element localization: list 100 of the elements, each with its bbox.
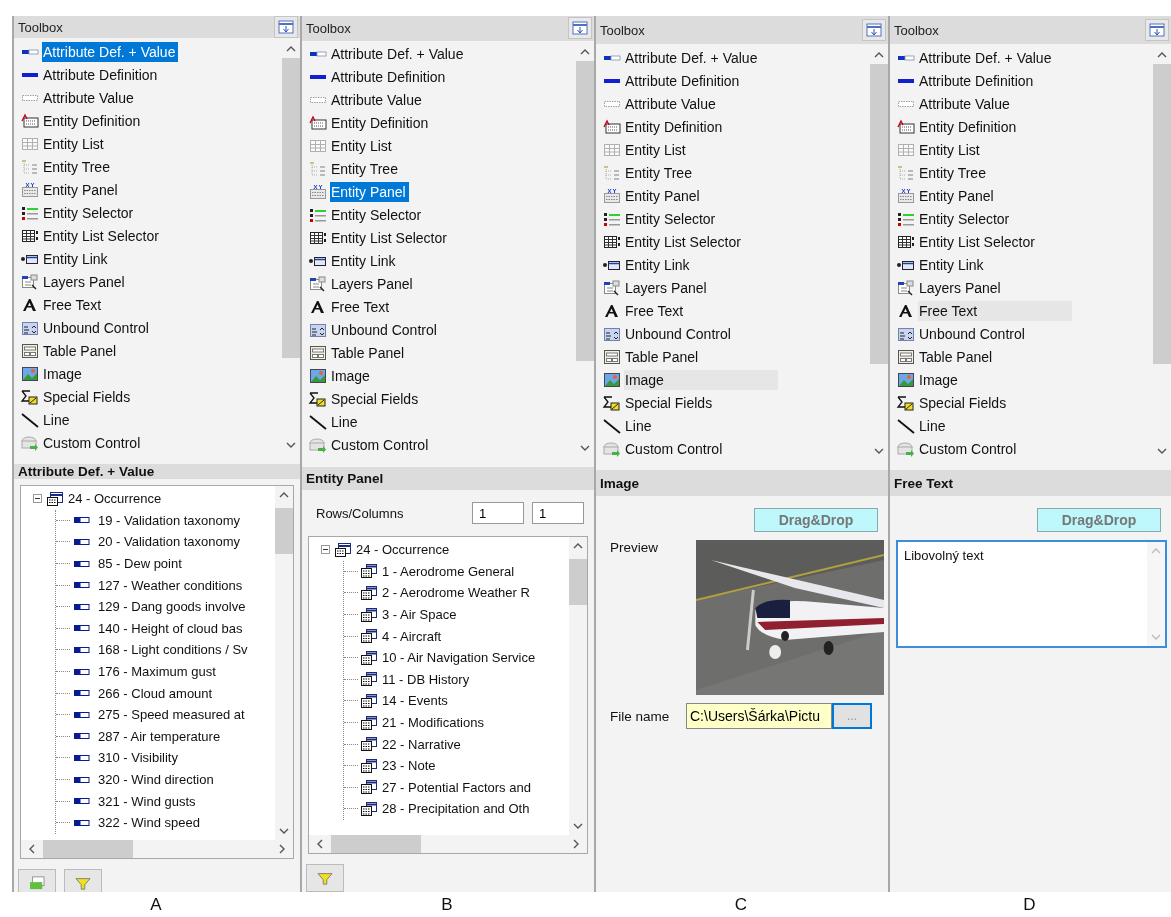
- scroll-thumb[interactable]: [43, 840, 133, 858]
- tree-item[interactable]: 19 - Validation taxonomy: [98, 512, 241, 528]
- scroll-down-icon[interactable]: [580, 444, 590, 451]
- tree-item[interactable]: 275 - Speed measured at: [98, 707, 245, 723]
- tree-item[interactable]: 24 - Occurrence: [356, 542, 450, 558]
- toolbox-item[interactable]: Unbound Control: [330, 320, 440, 341]
- collapse-icon[interactable]: [321, 545, 330, 555]
- scroll-up-icon[interactable]: [580, 48, 590, 55]
- toolbox-item[interactable]: Attribute Def. + Value: [624, 47, 761, 68]
- toolbox-item[interactable]: Line: [330, 412, 361, 433]
- toolbox-item[interactable]: Entity Selector: [42, 202, 137, 223]
- scroll-down-icon[interactable]: [573, 823, 583, 829]
- tree-item[interactable]: 176 - Maximum gust: [98, 664, 216, 680]
- toolbox-item[interactable]: Entity Link: [624, 254, 693, 275]
- scroll-thumb[interactable]: [870, 64, 888, 364]
- toolbox-item[interactable]: Entity Link: [918, 254, 987, 275]
- tree-item[interactable]: 10 - Air Navigation Service: [382, 650, 536, 666]
- toolbox-item[interactable]: Unbound Control: [918, 323, 1028, 344]
- toolbox-item[interactable]: Attribute Def. + Value: [330, 44, 467, 65]
- tree-item[interactable]: 2 - Aerodrome Weather R: [382, 585, 530, 601]
- toolbox-item[interactable]: Attribute Value: [624, 93, 719, 114]
- scroll-thumb[interactable]: [282, 58, 300, 358]
- toolbox-item[interactable]: Attribute Definition: [918, 70, 1037, 91]
- scroll-up-icon[interactable]: [874, 52, 884, 58]
- toolbox-item[interactable]: Special Fields: [330, 389, 422, 410]
- toolbox-item[interactable]: Entity Selector: [918, 208, 1013, 229]
- scrollbar[interactable]: [309, 835, 587, 853]
- toolbox-item[interactable]: Entity List Selector: [918, 231, 1038, 252]
- toolbox-item[interactable]: Image: [624, 369, 778, 390]
- toolbox-item[interactable]: Entity Link: [42, 248, 111, 269]
- toolbox-item[interactable]: Layers Panel: [330, 274, 416, 295]
- tree-item[interactable]: 21 - Modifications: [382, 715, 484, 731]
- tree-item[interactable]: 320 - Wind direction: [98, 772, 214, 787]
- toolbox-item[interactable]: Attribute Def. + Value: [42, 41, 179, 62]
- toolbox-item[interactable]: Entity List: [42, 133, 107, 154]
- scroll-left-icon[interactable]: [29, 844, 35, 854]
- toolbox-item[interactable]: Layers Panel: [42, 271, 128, 292]
- tree-item[interactable]: 22 - Narrative: [382, 736, 461, 752]
- toolbox-item[interactable]: Attribute Def. + Value: [918, 47, 1055, 68]
- toolbox-item[interactable]: Entity List: [330, 136, 395, 157]
- tree-item[interactable]: 127 - Weather conditions: [98, 577, 243, 593]
- filter-button[interactable]: [64, 869, 102, 892]
- scroll-right-icon[interactable]: [279, 844, 285, 854]
- toolbox-item[interactable]: Free Text: [918, 300, 1072, 321]
- drag-drop-button[interactable]: Drag&Drop: [754, 508, 878, 532]
- tree-item[interactable]: 23 - Note: [382, 758, 436, 774]
- toolbox-item[interactable]: Entity Panel: [330, 182, 409, 203]
- scroll-thumb[interactable]: [576, 60, 594, 361]
- toolbox-item[interactable]: Entity Definition: [42, 110, 144, 131]
- tree-item[interactable]: 321 - Wind gusts: [98, 793, 196, 809]
- toolbox-item[interactable]: Special Fields: [918, 392, 1010, 413]
- toolbox-item[interactable]: Attribute Definition: [330, 67, 449, 88]
- scrollbar[interactable]: [275, 486, 293, 840]
- toolbox-item[interactable]: Entity Definition: [330, 113, 432, 134]
- toolbox-item[interactable]: Free Text: [330, 297, 393, 318]
- scroll-left-icon[interactable]: [317, 839, 323, 849]
- scroll-up-icon[interactable]: [573, 543, 583, 549]
- scroll-thumb[interactable]: [1153, 64, 1171, 364]
- toolbox-item[interactable]: Table Panel: [918, 346, 996, 367]
- toolbox-item[interactable]: Custom Control: [42, 432, 144, 453]
- toolbox-item[interactable]: Image: [330, 366, 373, 387]
- toolbox-item[interactable]: Entity Panel: [42, 179, 121, 200]
- tree-item[interactable]: 27 - Potential Factors and: [382, 779, 531, 795]
- toolbox-item[interactable]: Image: [42, 363, 85, 384]
- toolbox-item[interactable]: Entity Selector: [624, 208, 719, 229]
- scroll-up-icon[interactable]: [279, 492, 289, 498]
- toolbox-item[interactable]: Line: [624, 415, 655, 436]
- toolbox-item[interactable]: Entity List Selector: [330, 228, 450, 249]
- tree-item[interactable]: 11 - DB History: [382, 671, 470, 687]
- toolbox-item[interactable]: Custom Control: [330, 435, 432, 456]
- toolbox-item[interactable]: Entity Definition: [918, 116, 1020, 137]
- toolbox-item[interactable]: Custom Control: [624, 438, 726, 459]
- toolbox-item[interactable]: Special Fields: [42, 386, 134, 407]
- scrollbar[interactable]: [21, 840, 293, 858]
- toolbox-item[interactable]: Attribute Value: [330, 90, 425, 111]
- columns-field[interactable]: 1: [532, 502, 584, 524]
- scroll-right-icon[interactable]: [573, 839, 579, 849]
- toolbox-item[interactable]: Entity Tree: [42, 156, 113, 177]
- scroll-up-icon[interactable]: [1157, 52, 1167, 58]
- scroll-down-icon[interactable]: [279, 828, 289, 834]
- collapse-icon[interactable]: [33, 494, 42, 504]
- toolbox-item[interactable]: Entity Panel: [918, 185, 997, 206]
- dock-button[interactable]: [568, 17, 592, 40]
- drag-drop-button[interactable]: Drag&Drop: [1037, 508, 1161, 532]
- toolbox-item[interactable]: Attribute Definition: [42, 64, 161, 85]
- scroll-thumb[interactable]: [569, 559, 587, 605]
- toolbox-item[interactable]: Attribute Definition: [624, 70, 743, 91]
- scrollbar[interactable]: [569, 537, 587, 835]
- tree-item[interactable]: 287 - Air temperature: [98, 728, 221, 744]
- toolbox-item[interactable]: Table Panel: [330, 343, 408, 364]
- dock-button[interactable]: [274, 16, 298, 38]
- file-name-field[interactable]: C:\Users\Šárka\Pictu: [686, 703, 832, 729]
- toolbox-item[interactable]: Unbound Control: [42, 317, 152, 338]
- toolbox-item[interactable]: Entity Link: [330, 251, 399, 272]
- scroll-up-icon[interactable]: [286, 46, 296, 52]
- toolbox-item[interactable]: Entity List: [918, 139, 983, 160]
- toolbox-item[interactable]: Entity Panel: [624, 185, 703, 206]
- scroll-down-icon[interactable]: [1157, 448, 1167, 454]
- toolbox-item[interactable]: Entity Tree: [624, 162, 695, 183]
- tree-item[interactable]: 4 - Aircraft: [382, 628, 442, 644]
